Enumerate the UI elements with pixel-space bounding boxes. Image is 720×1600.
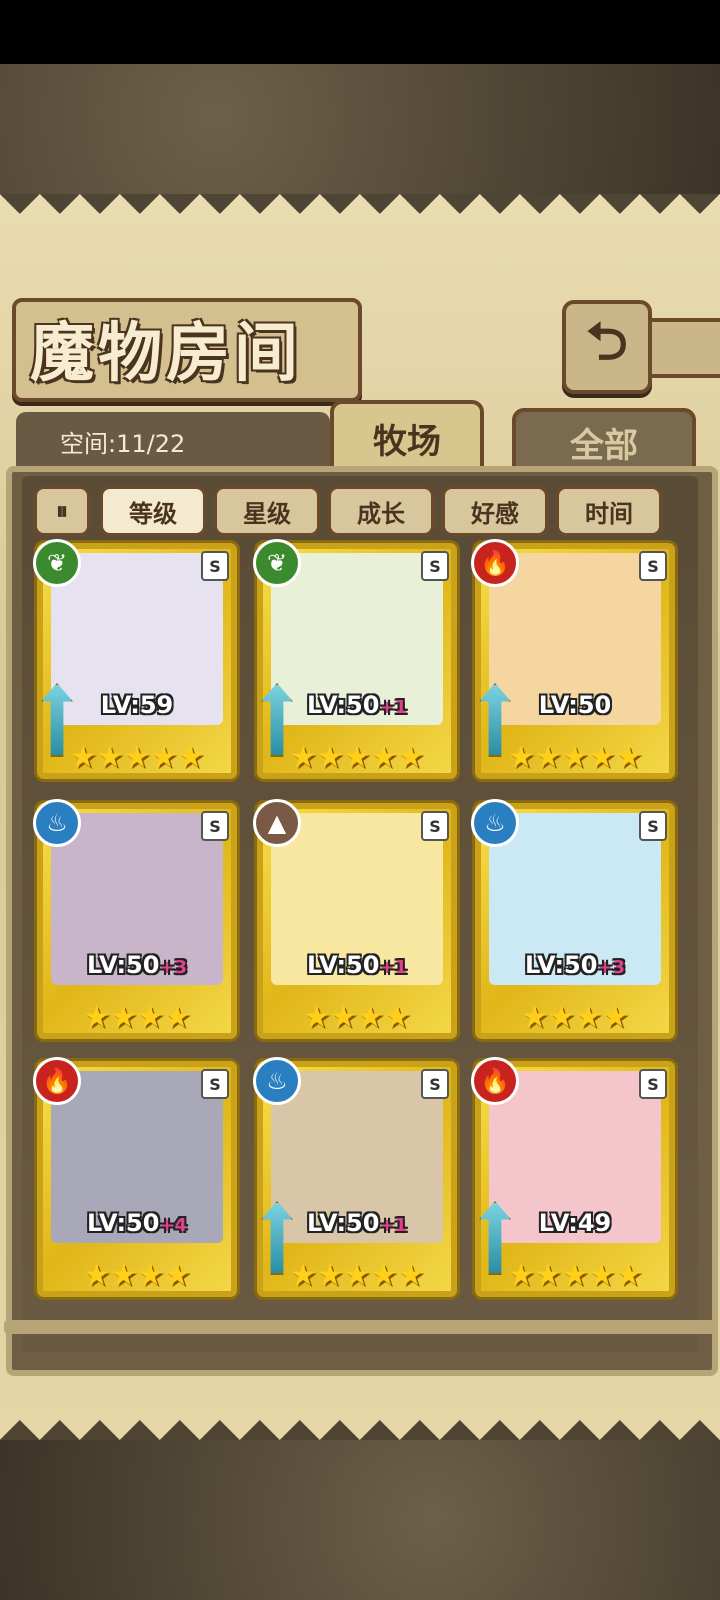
level-text: LV:59 xyxy=(100,691,174,719)
monster-card[interactable]: ♨ S LV:50+3 ★★★★ xyxy=(33,799,240,1042)
fire-element-icon: 🔥 xyxy=(471,1057,519,1105)
monster-card[interactable]: 🔥 S LV:49 ★★★★★ xyxy=(471,1057,678,1300)
monster-card[interactable]: ▲ S LV:50+1 ★★★★ xyxy=(253,799,460,1042)
map-background-bottom xyxy=(0,1440,720,1600)
leaf-element-icon: ❦ xyxy=(33,539,81,587)
back-arrow-icon: ⮌ xyxy=(586,311,628,372)
torn-edge-top xyxy=(0,194,720,234)
level-bonus: +1 xyxy=(379,957,408,978)
monster-card[interactable]: ♨ S LV:50+3 ★★★★ xyxy=(471,799,678,1042)
torn-edge-bottom xyxy=(0,1400,720,1440)
monster-card[interactable]: ❦ S LV:59 ★★★★★ xyxy=(33,539,240,782)
level-text: LV:50 xyxy=(306,1209,380,1237)
level-text: LV:50 xyxy=(86,1209,160,1237)
rank-icon: S xyxy=(639,551,667,581)
rank-icon: S xyxy=(201,551,229,581)
fire-element-icon: 🔥 xyxy=(471,539,519,587)
star-rating: ★★★★ xyxy=(83,1258,191,1293)
sort-toggle-button[interactable]: ⏸ xyxy=(34,486,90,536)
tab-all[interactable]: 全部 xyxy=(512,408,696,472)
back-bar xyxy=(640,318,720,378)
monster-card[interactable]: 🔥 S LV:50+4 ★★★★ xyxy=(33,1057,240,1300)
level-bonus: +4 xyxy=(159,1215,188,1236)
water-element-icon: ♨ xyxy=(471,799,519,847)
leaf-element-icon: ❦ xyxy=(253,539,301,587)
star-rating: ★★★★ xyxy=(521,1000,629,1035)
map-background-top xyxy=(0,64,720,194)
filter-growth-button[interactable]: 成长 xyxy=(328,486,434,536)
filter-star-button[interactable]: 星级 xyxy=(214,486,320,536)
monster-level: LV:50+1 xyxy=(257,951,457,979)
level-text: LV:50 xyxy=(306,951,380,979)
filter-time-button[interactable]: 时间 xyxy=(556,486,662,536)
rank-icon: S xyxy=(421,551,449,581)
page-title: 魔物房间 xyxy=(30,316,302,391)
rank-icon: S xyxy=(201,1069,229,1099)
monster-level: LV:50+3 xyxy=(475,951,675,979)
level-text: LV:50 xyxy=(306,691,380,719)
tab-farm[interactable]: 牧场 xyxy=(330,400,484,472)
monster-card[interactable]: 🔥 S LV:50 ★★★★★ xyxy=(471,539,678,782)
status-bar xyxy=(0,0,720,64)
star-rating: ★★★★★ xyxy=(289,740,425,775)
star-rating: ★★★★★ xyxy=(507,740,643,775)
monster-level: LV:50+1 xyxy=(257,691,457,719)
rank-icon: S xyxy=(639,811,667,841)
back-button[interactable]: ⮌ xyxy=(562,300,652,394)
level-bonus: +3 xyxy=(597,957,626,978)
earth-element-icon: ▲ xyxy=(253,799,301,847)
star-rating: ★★★★ xyxy=(83,1000,191,1035)
rank-icon: S xyxy=(421,811,449,841)
star-rating: ★★★★ xyxy=(303,1000,411,1035)
monster-level: LV:50 xyxy=(475,691,675,719)
monster-level: LV:49 xyxy=(475,1209,675,1237)
fire-element-icon: 🔥 xyxy=(33,1057,81,1105)
monster-level: LV:50+1 xyxy=(257,1209,457,1237)
monster-level: LV:59 xyxy=(37,691,237,719)
monster-level: LV:50+4 xyxy=(37,1209,237,1237)
water-element-icon: ♨ xyxy=(253,1057,301,1105)
pause-icon: ⏸ xyxy=(56,497,68,525)
level-bonus: +1 xyxy=(379,1215,408,1236)
panel-bottom-rail xyxy=(4,1320,716,1334)
space-count: 空间:11/22 xyxy=(60,430,186,458)
filter-affinity-button[interactable]: 好感 xyxy=(442,486,548,536)
level-text: LV:50 xyxy=(538,691,612,719)
monster-card[interactable]: ♨ S LV:50+1 ★★★★★ xyxy=(253,1057,460,1300)
level-text: LV:50 xyxy=(86,951,160,979)
monster-level: LV:50+3 xyxy=(37,951,237,979)
rank-icon: S xyxy=(421,1069,449,1099)
level-bonus: +1 xyxy=(379,697,408,718)
filter-level-button[interactable]: 等级 xyxy=(100,486,206,536)
star-rating: ★★★★★ xyxy=(69,740,205,775)
star-rating: ★★★★★ xyxy=(507,1258,643,1293)
rank-icon: S xyxy=(639,1069,667,1099)
monster-card[interactable]: ❦ S LV:50+1 ★★★★★ xyxy=(253,539,460,782)
star-rating: ★★★★★ xyxy=(289,1258,425,1293)
level-text: LV:50 xyxy=(524,951,598,979)
level-bonus: +3 xyxy=(159,957,188,978)
water-element-icon: ♨ xyxy=(33,799,81,847)
rank-icon: S xyxy=(201,811,229,841)
level-text: LV:49 xyxy=(538,1209,612,1237)
